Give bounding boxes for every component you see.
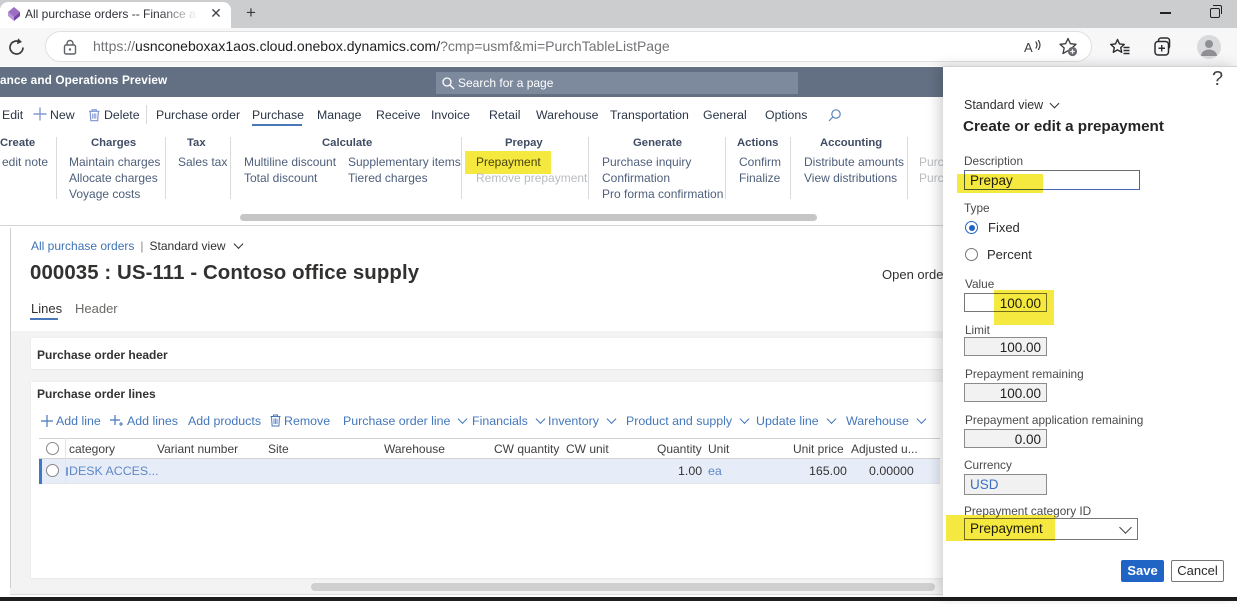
svg-text:A: A xyxy=(1024,40,1033,55)
